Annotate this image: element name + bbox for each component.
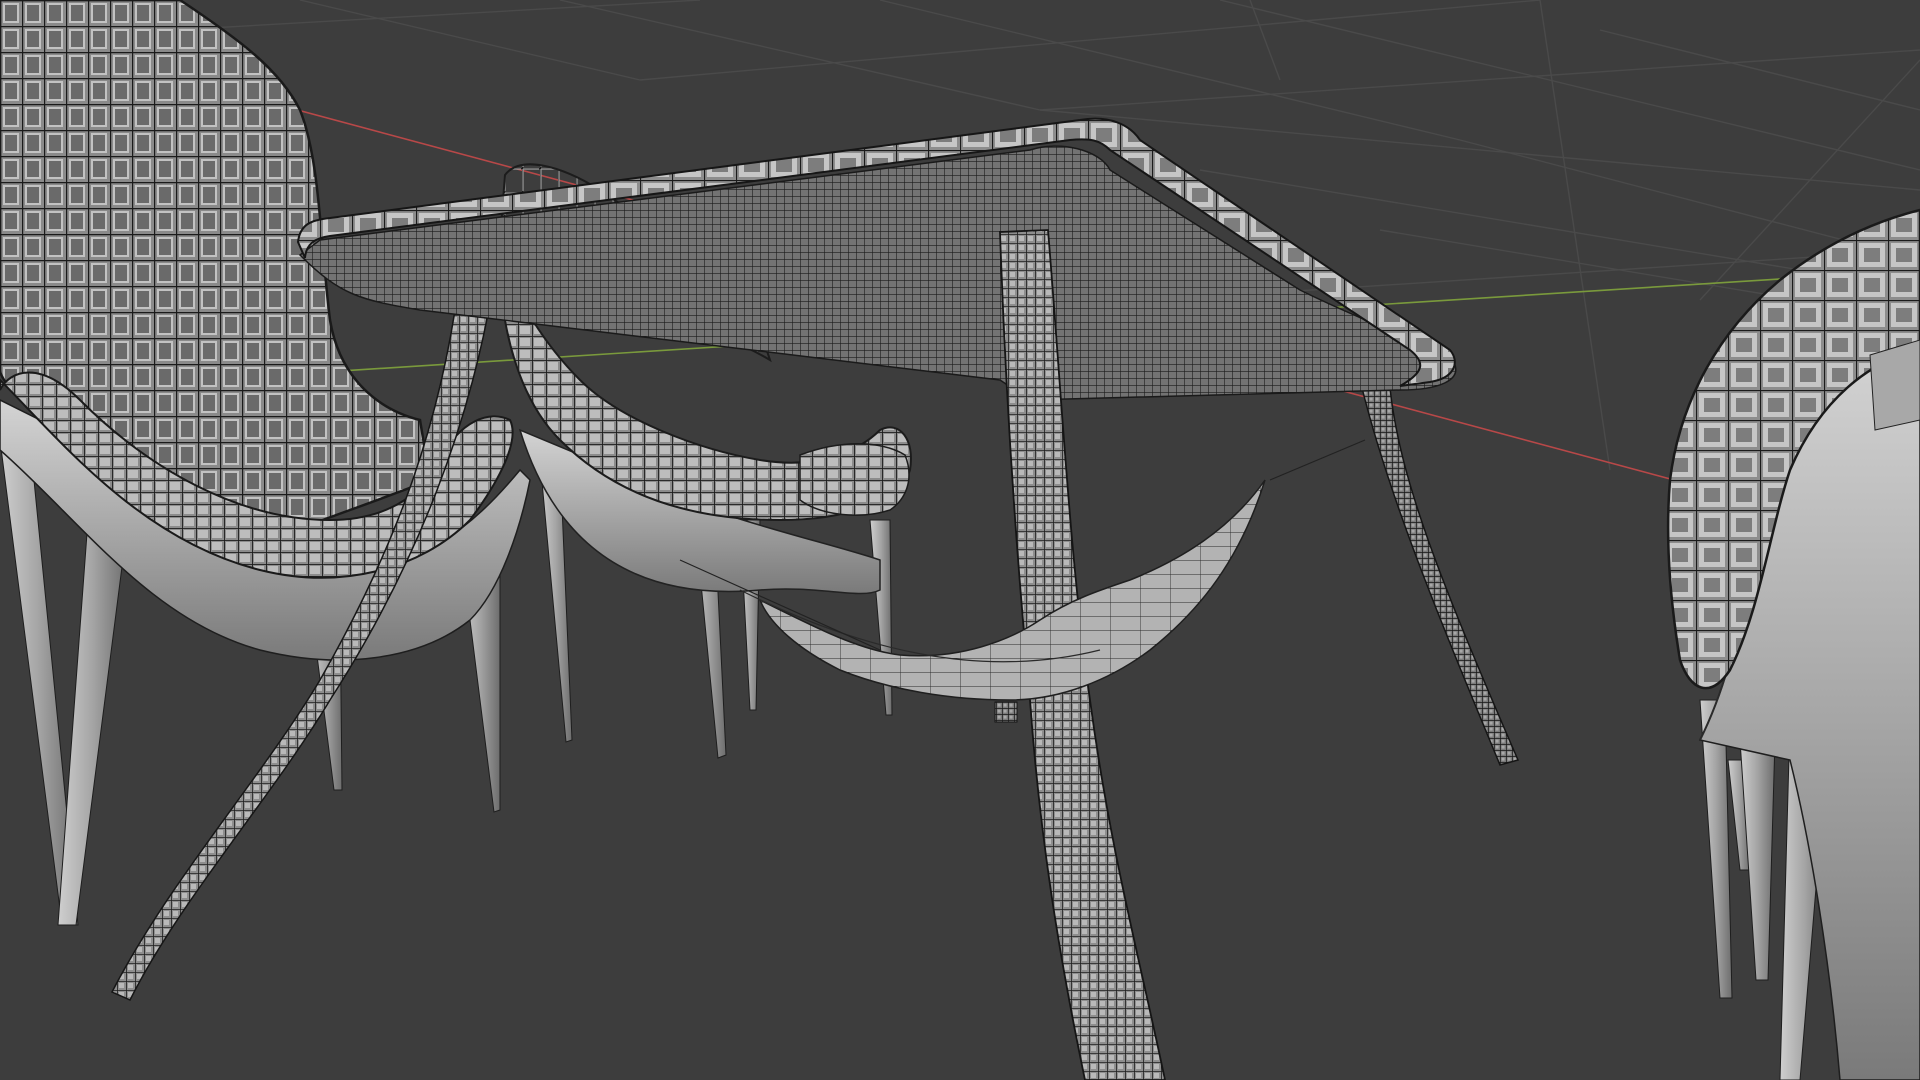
3d-viewport[interactable] [0,0,1920,1080]
chair-right[interactable] [1666,208,1920,1080]
scene-canvas[interactable] [0,0,1920,1080]
